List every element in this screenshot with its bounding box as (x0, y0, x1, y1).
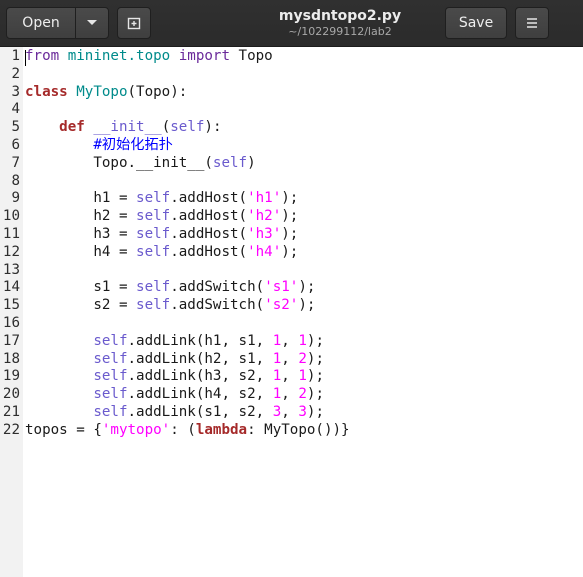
code-line[interactable]: 19 self.addLink(h3, s2, 1, 1); (0, 368, 583, 386)
open-dropdown-button[interactable] (75, 7, 109, 39)
code-line[interactable]: 11 h3 = self.addHost('h3'); (0, 226, 583, 244)
line-number: 20 (2, 386, 20, 403)
line-number: 8 (11, 172, 20, 189)
hamburger-menu-icon (527, 18, 537, 28)
window-subtitle: ~/102299112/lab2 (288, 25, 392, 38)
code-line[interactable]: 20 self.addLink(h4, s2, 1, 2); (0, 386, 583, 404)
line-number: 6 (11, 137, 20, 153)
line-number: 5 (11, 119, 20, 136)
line-number: 13 (2, 261, 20, 278)
line-number: 10 (2, 208, 20, 225)
code-line[interactable]: 18 self.addLink(h2, s1, 1, 2); (0, 351, 583, 369)
code-line[interactable]: 15 s2 = self.addSwitch('s2'); (0, 297, 583, 315)
code-text: h3 = self.addHost('h3'); (25, 226, 299, 242)
line-number: 3 (11, 83, 20, 100)
code-text: s2 = self.addSwitch('s2'); (25, 297, 316, 314)
header-bar: Open mysdntopo2.py ~/102299112/lab2 Save (0, 0, 583, 47)
line-number: 18 (2, 350, 20, 367)
line-number: 9 (11, 190, 20, 207)
open-button-label: Open (22, 15, 60, 31)
menu-button[interactable] (515, 7, 549, 39)
code-text: self.addLink(h3, s2, 1, 1); (93, 368, 325, 385)
code-line[interactable]: 10 h2 = self.addHost('h2'); (0, 208, 583, 226)
code-line[interactable]: 8 (0, 173, 583, 191)
code-text: topos = {'mytopo': (lambda: MyTopo())} (25, 421, 350, 438)
code-line[interactable]: 22 topos = {'mytopo': (lambda: MyTopo())} (0, 422, 583, 440)
code-line[interactable]: 14 s1 = self.addSwitch('s1'); (0, 279, 583, 297)
code-line[interactable]: 16 (0, 315, 583, 333)
code-text: self.addLink(s1, s2, 3, 3); (93, 404, 325, 420)
save-button-label: Save (458, 15, 494, 31)
code-text: self.addLink(h1, s1, 1, 1); (93, 332, 325, 349)
code-text: Topo.__init__(self) (25, 154, 256, 171)
code-text: #初始化拓扑 (93, 137, 173, 153)
line-number: 21 (2, 404, 20, 420)
code-line[interactable]: 6 #初始化拓扑 (0, 137, 583, 155)
line-number: 7 (11, 154, 20, 171)
code-line[interactable]: 17 self.addLink(h1, s1, 1, 1); (0, 333, 583, 351)
code-line[interactable]: 1 from mininet.topo import Topo (0, 48, 583, 66)
text-cursor (25, 50, 26, 66)
new-tab-icon (127, 17, 141, 30)
code-line[interactable]: 12 h4 = self.addHost('h4'); (0, 244, 583, 262)
line-number: 15 (2, 297, 20, 314)
code-text: from mininet.topo import Topo (25, 48, 273, 64)
line-number: 11 (2, 226, 20, 242)
code-line[interactable]: 13 (0, 262, 583, 280)
line-number: 16 (2, 315, 20, 331)
line-number: 4 (11, 101, 20, 118)
code-line[interactable]: 21 self.addLink(s1, s2, 3, 3); (0, 404, 583, 422)
line-number: 14 (2, 279, 20, 296)
code-text: h2 = self.addHost('h2'); (25, 208, 299, 225)
save-button[interactable]: Save (445, 7, 507, 39)
code-text: h4 = self.addHost('h4'); (25, 243, 299, 260)
window-title: mysdntopo2.py (278, 8, 402, 24)
code-line[interactable]: 2 (0, 66, 583, 84)
code-line[interactable]: 5 def __init__(self): (0, 119, 583, 137)
code-text: self.addLink(h4, s2, 1, 2); (93, 386, 325, 403)
open-button[interactable]: Open (6, 7, 76, 39)
chevron-down-icon (87, 20, 97, 25)
code-text: def __init__(self): (59, 119, 222, 136)
line-number: 12 (2, 243, 20, 260)
new-tab-button[interactable] (117, 7, 151, 39)
code-text: class MyTopo(Topo): (25, 83, 188, 100)
line-number: 19 (2, 368, 20, 385)
code-editor[interactable]: 1 from mininet.topo import Topo 2 3 class My… (0, 47, 583, 577)
code-text: self.addLink(h2, s1, 1, 2); (93, 350, 325, 367)
line-number: 17 (2, 332, 20, 349)
code-line[interactable]: 7 Topo.__init__(self) (0, 155, 583, 173)
line-number: 2 (11, 65, 20, 82)
code-line[interactable]: 9 h1 = self.addHost('h1'); (0, 190, 583, 208)
line-number: 1 (11, 48, 20, 64)
code-line[interactable]: 3 class MyTopo(Topo): (0, 84, 583, 102)
code-text: h1 = self.addHost('h1'); (25, 190, 299, 207)
code-text: s1 = self.addSwitch('s1'); (25, 279, 316, 296)
line-number: 22 (2, 421, 20, 438)
code-line[interactable]: 4 (0, 101, 583, 119)
